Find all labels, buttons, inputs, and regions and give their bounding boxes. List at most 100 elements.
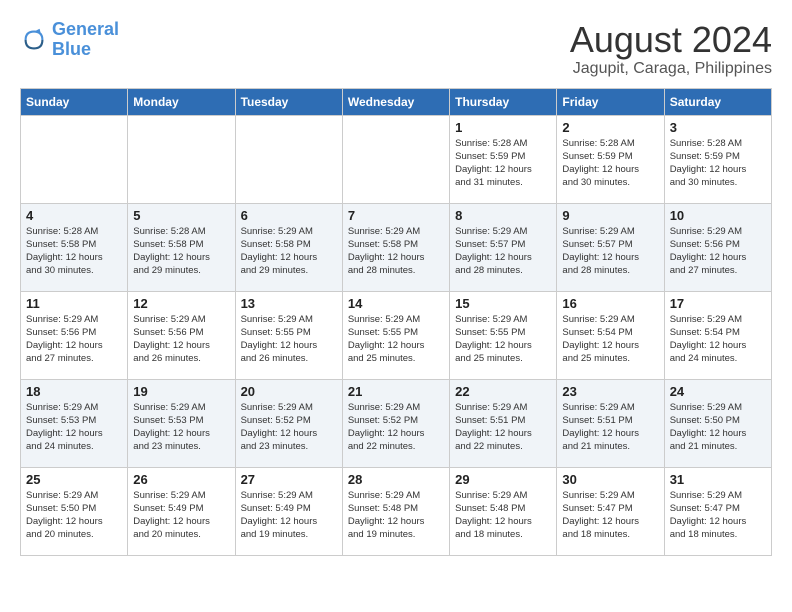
day-number: 14 [348, 296, 444, 311]
day-number: 18 [26, 384, 122, 399]
day-info: Sunrise: 5:29 AMSunset: 5:49 PMDaylight:… [241, 489, 337, 542]
calendar-cell: 7Sunrise: 5:29 AMSunset: 5:58 PMDaylight… [342, 203, 449, 291]
day-number: 15 [455, 296, 551, 311]
calendar-table: SundayMondayTuesdayWednesdayThursdayFrid… [20, 88, 772, 556]
calendar-cell: 31 Sunrise: 5:29 AMSunset: 5:47 PMDayligh… [664, 467, 771, 555]
day-info: Sunrise: 5:29 AMSunset: 5:54 PMDaylight:… [562, 313, 658, 366]
day-info: Sunrise: 5:29 AMSunset: 5:53 PMDaylight:… [26, 401, 122, 454]
calendar-cell: 26 Sunrise: 5:29 AMSunset: 5:49 PMDayligh… [128, 467, 235, 555]
logo-icon [20, 26, 48, 54]
calendar-cell: 14 Sunrise: 5:29 AMSunset: 5:55 PMDayligh… [342, 291, 449, 379]
calendar-cell: 17 Sunrise: 5:29 AMSunset: 5:54 PMDayligh… [664, 291, 771, 379]
title-block: August 2024 Jagupit, Caraga, Philippines [570, 20, 772, 78]
day-info: Sunrise: 5:28 AMSunset: 5:58 PMDaylight:… [133, 225, 229, 278]
day-info: Sunrise: 5:29 AMSunset: 5:49 PMDaylight:… [133, 489, 229, 542]
day-info: Sunrise: 5:29 AMSunset: 5:58 PMDaylight:… [241, 225, 337, 278]
header-row: SundayMondayTuesdayWednesdayThursdayFrid… [21, 88, 772, 115]
week-row-2: 4Sunrise: 5:28 AMSunset: 5:58 PMDaylight… [21, 203, 772, 291]
day-number: 26 [133, 472, 229, 487]
column-header-tuesday: Tuesday [235, 88, 342, 115]
day-info: Sunrise: 5:29 AMSunset: 5:51 PMDaylight:… [455, 401, 551, 454]
column-header-sunday: Sunday [21, 88, 128, 115]
main-title: August 2024 [570, 20, 772, 60]
day-info: Sunrise: 5:29 AMSunset: 5:47 PMDaylight:… [562, 489, 658, 542]
week-row-4: 18 Sunrise: 5:29 AMSunset: 5:53 PMDayligh… [21, 379, 772, 467]
day-number: 29 [455, 472, 551, 487]
week-row-3: 11 Sunrise: 5:29 AMSunset: 5:56 PMDayligh… [21, 291, 772, 379]
day-info: Sunrise: 5:28 AMSunset: 5:59 PMDaylight:… [670, 137, 766, 190]
calendar-cell: 24 Sunrise: 5:29 AMSunset: 5:50 PMDayligh… [664, 379, 771, 467]
day-number: 22 [455, 384, 551, 399]
day-number: 11 [26, 296, 122, 311]
day-info: Sunrise: 5:29 AMSunset: 5:51 PMDaylight:… [562, 401, 658, 454]
day-info: Sunrise: 5:29 AMSunset: 5:50 PMDaylight:… [26, 489, 122, 542]
calendar-cell [128, 115, 235, 203]
calendar-cell: 6 Sunrise: 5:29 AMSunset: 5:58 PMDaylight… [235, 203, 342, 291]
calendar-cell: 2 Sunrise: 5:28 AMSunset: 5:59 PMDaylight… [557, 115, 664, 203]
day-number: 6 [241, 208, 337, 223]
calendar-cell: 11 Sunrise: 5:29 AMSunset: 5:56 PMDayligh… [21, 291, 128, 379]
day-number: 8 [455, 208, 551, 223]
calendar-cell: 9Sunrise: 5:29 AMSunset: 5:57 PMDaylight… [557, 203, 664, 291]
day-info: Sunrise: 5:28 AMSunset: 5:59 PMDaylight:… [562, 137, 658, 190]
day-info: Sunrise: 5:29 AMSunset: 5:56 PMDaylight:… [133, 313, 229, 366]
calendar-cell: 12 Sunrise: 5:29 AMSunset: 5:56 PMDayligh… [128, 291, 235, 379]
calendar-cell: 30 Sunrise: 5:29 AMSunset: 5:47 PMDayligh… [557, 467, 664, 555]
day-info: Sunrise: 5:29 AMSunset: 5:47 PMDaylight:… [670, 489, 766, 542]
page-header: General Blue August 2024 Jagupit, Caraga… [20, 20, 772, 78]
day-number: 17 [670, 296, 766, 311]
week-row-5: 25Sunrise: 5:29 AMSunset: 5:50 PMDayligh… [21, 467, 772, 555]
calendar-cell: 8 Sunrise: 5:29 AMSunset: 5:57 PMDaylight… [450, 203, 557, 291]
day-info: Sunrise: 5:29 AMSunset: 5:55 PMDaylight:… [241, 313, 337, 366]
calendar-cell: 21 Sunrise: 5:29 AMSunset: 5:52 PMDayligh… [342, 379, 449, 467]
column-header-wednesday: Wednesday [342, 88, 449, 115]
calendar-header: SundayMondayTuesdayWednesdayThursdayFrid… [21, 88, 772, 115]
calendar-cell: 28Sunrise: 5:29 AMSunset: 5:48 PMDayligh… [342, 467, 449, 555]
day-info: Sunrise: 5:28 AMSunset: 5:58 PMDaylight:… [26, 225, 122, 278]
day-number: 1 [455, 120, 551, 135]
column-header-friday: Friday [557, 88, 664, 115]
calendar-cell: 19 Sunrise: 5:29 AMSunset: 5:53 PMDayligh… [128, 379, 235, 467]
calendar-cell: 18 Sunrise: 5:29 AMSunset: 5:53 PMDayligh… [21, 379, 128, 467]
day-info: Sunrise: 5:29 AMSunset: 5:55 PMDaylight:… [348, 313, 444, 366]
day-number: 23 [562, 384, 658, 399]
day-number: 28 [348, 472, 444, 487]
day-number: 10 [670, 208, 766, 223]
calendar-cell: 27Sunrise: 5:29 AMSunset: 5:49 PMDayligh… [235, 467, 342, 555]
logo: General Blue [20, 20, 119, 60]
column-header-thursday: Thursday [450, 88, 557, 115]
day-number: 13 [241, 296, 337, 311]
day-info: Sunrise: 5:29 AMSunset: 5:52 PMDaylight:… [241, 401, 337, 454]
day-info: Sunrise: 5:29 AMSunset: 5:56 PMDaylight:… [26, 313, 122, 366]
day-number: 2 [562, 120, 658, 135]
calendar-cell: 22 Sunrise: 5:29 AMSunset: 5:51 PMDayligh… [450, 379, 557, 467]
calendar-cell: 4Sunrise: 5:28 AMSunset: 5:58 PMDaylight… [21, 203, 128, 291]
day-number: 19 [133, 384, 229, 399]
column-header-saturday: Saturday [664, 88, 771, 115]
calendar-cell: 5 Sunrise: 5:28 AMSunset: 5:58 PMDaylight… [128, 203, 235, 291]
day-number: 30 [562, 472, 658, 487]
day-number: 20 [241, 384, 337, 399]
day-number: 31 [670, 472, 766, 487]
day-info: Sunrise: 5:29 AMSunset: 5:54 PMDaylight:… [670, 313, 766, 366]
day-info: Sunrise: 5:28 AMSunset: 5:59 PMDaylight:… [455, 137, 551, 190]
day-number: 5 [133, 208, 229, 223]
day-info: Sunrise: 5:29 AMSunset: 5:55 PMDaylight:… [455, 313, 551, 366]
day-info: Sunrise: 5:29 AMSunset: 5:57 PMDaylight:… [455, 225, 551, 278]
day-number: 9 [562, 208, 658, 223]
day-number: 12 [133, 296, 229, 311]
day-number: 24 [670, 384, 766, 399]
day-number: 21 [348, 384, 444, 399]
day-number: 3 [670, 120, 766, 135]
calendar-cell: 29Sunrise: 5:29 AMSunset: 5:48 PMDayligh… [450, 467, 557, 555]
day-info: Sunrise: 5:29 AMSunset: 5:52 PMDaylight:… [348, 401, 444, 454]
calendar-cell: 15 Sunrise: 5:29 AMSunset: 5:55 PMDayligh… [450, 291, 557, 379]
calendar-cell: 16Sunrise: 5:29 AMSunset: 5:54 PMDayligh… [557, 291, 664, 379]
day-info: Sunrise: 5:29 AMSunset: 5:50 PMDaylight:… [670, 401, 766, 454]
calendar-cell: 13 Sunrise: 5:29 AMSunset: 5:55 PMDayligh… [235, 291, 342, 379]
calendar-cell: 3 Sunrise: 5:28 AMSunset: 5:59 PMDaylight… [664, 115, 771, 203]
calendar-cell [342, 115, 449, 203]
column-header-monday: Monday [128, 88, 235, 115]
day-info: Sunrise: 5:29 AMSunset: 5:53 PMDaylight:… [133, 401, 229, 454]
calendar-cell: 23 Sunrise: 5:29 AMSunset: 5:51 PMDayligh… [557, 379, 664, 467]
